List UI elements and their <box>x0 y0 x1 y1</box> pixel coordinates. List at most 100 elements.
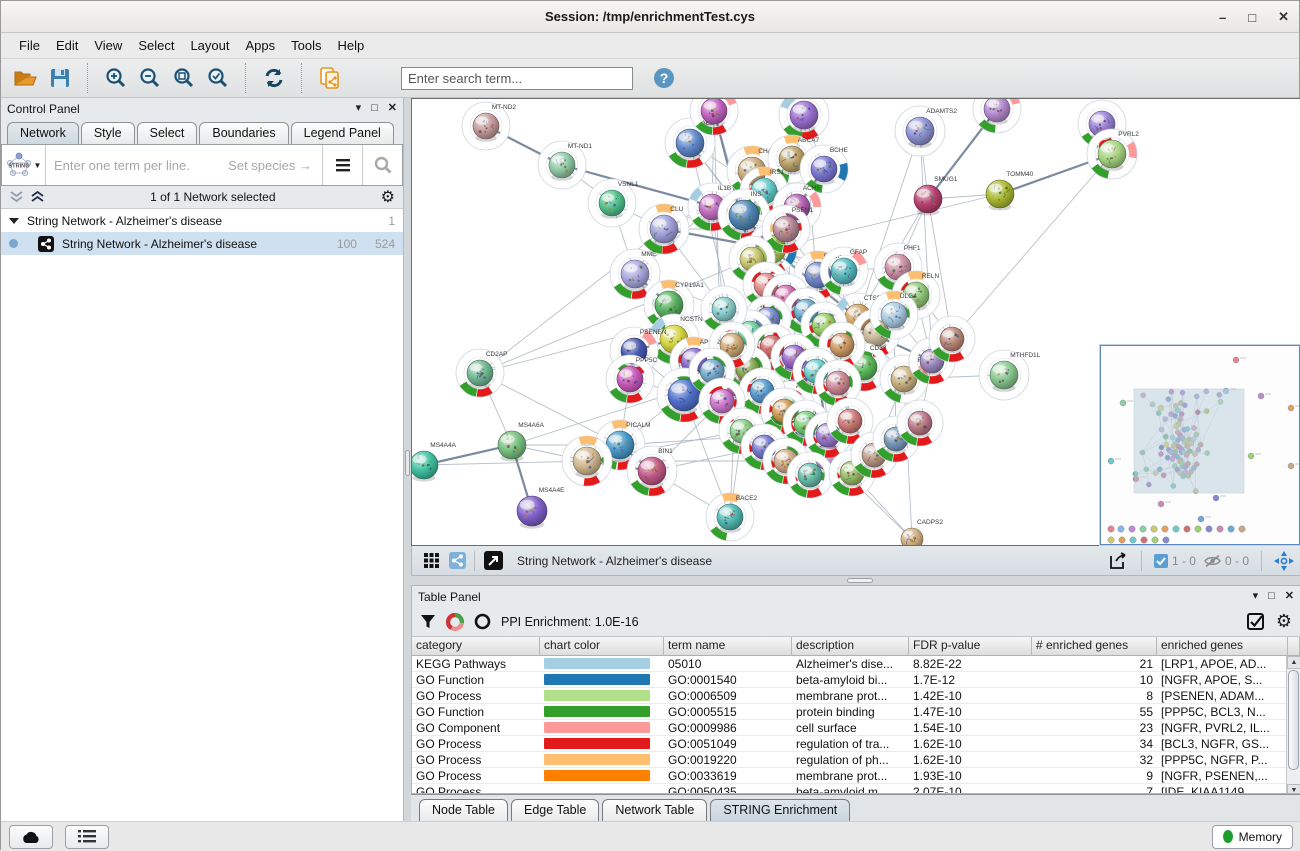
minimize-button[interactable]: – <box>1219 10 1226 25</box>
table-row[interactable]: GO ProcessGO:0051049regulation of tra...… <box>412 736 1300 752</box>
column-header-2[interactable]: term name <box>664 637 792 656</box>
table-row[interactable]: GO ProcessGO:0019220regulation of ph...1… <box>412 752 1300 768</box>
network-row[interactable]: String Network - Alzheimer's disease 100… <box>1 232 403 255</box>
network-node[interactable]: PVRL2 <box>1087 129 1139 179</box>
copy-network-button[interactable] <box>313 62 347 94</box>
tab-legend-panel[interactable]: Legend Panel <box>291 122 394 144</box>
network-node[interactable]: MT-ND2 <box>462 102 516 150</box>
table-row[interactable]: GO FunctionGO:0001540beta-amyloid bi...1… <box>412 672 1300 688</box>
network-node[interactable] <box>787 452 833 498</box>
expand-all-icon[interactable] <box>30 190 45 204</box>
menu-item-view[interactable]: View <box>86 35 130 56</box>
network-node[interactable] <box>929 316 975 362</box>
close-button[interactable]: ✕ <box>1278 9 1289 25</box>
network-node[interactable]: MS4A4A <box>412 442 457 482</box>
menu-item-select[interactable]: Select <box>130 35 182 56</box>
network-node[interactable]: PPP5C <box>606 355 657 403</box>
string-style-button[interactable] <box>444 545 470 577</box>
save-session-button[interactable] <box>43 62 77 94</box>
panel-close-icon[interactable]: ✕ <box>388 103 397 114</box>
gear-icon[interactable]: ⚙ <box>1276 611 1292 632</box>
table-row[interactable]: KEGG Pathways05010Alzheimer's dise...8.8… <box>412 656 1300 672</box>
menu-item-help[interactable]: Help <box>330 35 373 56</box>
zoom-fit-button[interactable] <box>167 62 201 94</box>
navigator-compass-icon[interactable] <box>1274 551 1294 571</box>
string-options-button[interactable] <box>322 145 362 185</box>
string-database-selector[interactable]: STRING ▼ <box>2 145 46 185</box>
network-node[interactable]: TOMM40 <box>986 171 1034 211</box>
network-node[interactable] <box>897 400 943 446</box>
scroll-down-icon[interactable]: ▼ <box>1287 784 1300 793</box>
select-all-icon[interactable] <box>1247 613 1264 630</box>
birds-eye-canvas[interactable] <box>1101 346 1299 544</box>
panel-close-icon[interactable]: ✕ <box>1285 591 1294 602</box>
collapse-all-icon[interactable] <box>9 190 24 204</box>
zoom-selected-button[interactable] <box>201 62 235 94</box>
zoom-out-button[interactable] <box>133 62 167 94</box>
network-node[interactable] <box>562 436 612 486</box>
panel-collapse-icon[interactable]: ▾ <box>356 103 362 114</box>
open-in-window-button[interactable] <box>479 545 507 577</box>
search-input[interactable] <box>401 67 633 90</box>
network-node[interactable]: GFAP <box>820 247 868 295</box>
splitter-grip[interactable] <box>405 450 410 476</box>
network-collection-row[interactable]: String Network - Alzheimer's disease 1 <box>1 209 403 232</box>
panel-float-icon[interactable]: □ <box>371 103 378 114</box>
network-node[interactable]: CADPS2 <box>901 519 943 545</box>
network-view[interactable]: MT-ND2MT-ND1VSNL1GAB2ADAMTS2CHATABCA7BCH… <box>411 98 1300 546</box>
column-header-6[interactable]: enriched genes <box>1157 637 1288 656</box>
export-network-icon[interactable] <box>1109 552 1129 570</box>
table-row[interactable]: GO ComponentGO:0009986cell surface1.54E-… <box>412 720 1300 736</box>
network-node[interactable]: CD2AP <box>456 349 508 397</box>
network-node[interactable]: ADAMTS2 <box>895 106 957 156</box>
network-node[interactable]: MTHFD1L <box>979 350 1041 400</box>
network-node[interactable] <box>973 99 1021 133</box>
tab-string-enrichment[interactable]: STRING Enrichment <box>710 799 850 821</box>
refresh-button[interactable] <box>257 62 291 94</box>
gear-icon[interactable]: ⚙ <box>381 187 395 207</box>
tree-expand-caret-icon[interactable] <box>9 218 19 224</box>
menu-item-apps[interactable]: Apps <box>238 35 284 56</box>
tab-network[interactable]: Network <box>7 122 79 144</box>
ring-icon[interactable] <box>474 613 491 630</box>
network-node[interactable]: VSNL1 <box>588 179 639 227</box>
network-node[interactable]: BIN1 <box>627 446 677 496</box>
filter-icon[interactable] <box>420 614 436 630</box>
birds-eye-view[interactable] <box>1100 345 1300 545</box>
scroll-up-icon[interactable]: ▲ <box>1287 656 1300 669</box>
string-query-input[interactable] <box>46 145 322 185</box>
tab-select[interactable]: Select <box>137 122 198 144</box>
tab-boundaries[interactable]: Boundaries <box>199 122 288 144</box>
network-node[interactable]: DLG4 <box>870 291 918 339</box>
network-node[interactable] <box>699 378 745 424</box>
help-button[interactable]: ? <box>647 62 681 94</box>
network-node[interactable] <box>1078 100 1126 148</box>
tab-network-table[interactable]: Network Table <box>602 799 707 821</box>
network-node[interactable]: CLU <box>639 204 689 254</box>
network-node[interactable] <box>779 99 829 140</box>
scrollbar-thumb[interactable] <box>1288 670 1299 770</box>
network-node[interactable]: MS4A4E <box>517 487 565 529</box>
menu-item-file[interactable]: File <box>11 35 48 56</box>
table-row[interactable]: GO ProcessGO:0006509membrane prot...1.42… <box>412 688 1300 704</box>
zoom-in-button[interactable] <box>99 62 133 94</box>
cloud-button[interactable] <box>9 825 53 849</box>
tab-style[interactable]: Style <box>81 122 135 144</box>
network-node[interactable]: IL1B <box>688 183 736 231</box>
panel-float-icon[interactable]: □ <box>1268 591 1275 602</box>
vertical-splitter[interactable] <box>404 98 411 821</box>
table-row[interactable]: GO FunctionGO:0005515protein binding1.47… <box>412 704 1300 720</box>
tab-edge-table[interactable]: Edge Table <box>511 799 599 821</box>
panel-collapse-icon[interactable]: ▾ <box>1253 591 1259 602</box>
hidden-count-badge[interactable]: 0 - 0 <box>1204 554 1249 568</box>
memory-button[interactable]: Memory <box>1212 825 1293 849</box>
minimap-viewport[interactable] <box>1134 389 1244 493</box>
column-header-4[interactable]: FDR p-value <box>909 637 1032 656</box>
tab-node-table[interactable]: Node Table <box>419 799 508 821</box>
network-node[interactable]: SMUG1 <box>914 176 958 216</box>
splitter-grip[interactable] <box>847 578 873 583</box>
string-search-button[interactable] <box>362 145 402 185</box>
column-header-0[interactable]: category <box>412 637 540 656</box>
open-session-button[interactable] <box>9 62 43 94</box>
column-header-1[interactable]: chart color <box>540 637 664 656</box>
